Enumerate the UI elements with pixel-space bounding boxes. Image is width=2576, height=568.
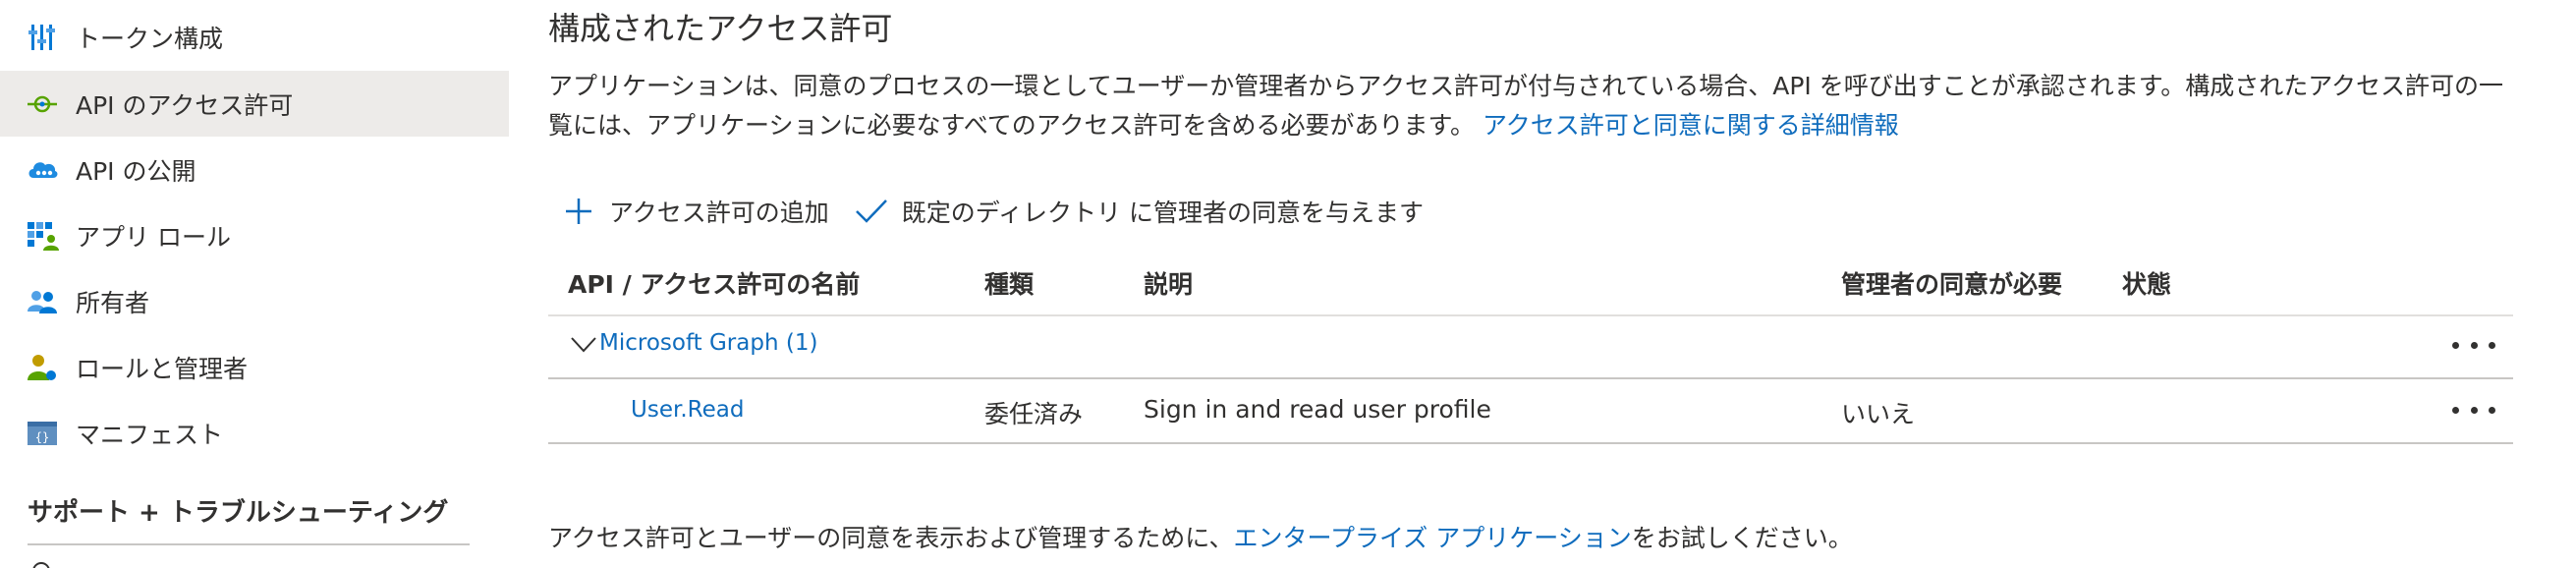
- grant-admin-consent-label: 既定のディレクトリ に管理者の同意を与えます: [901, 199, 1424, 227]
- column-header-admin-consent: 管理者の同意が必要: [1841, 270, 2063, 299]
- sidebar-item-roles-admins[interactable]: ロールと管理者: [0, 334, 509, 400]
- owners-icon: [26, 285, 59, 318]
- sidebar-item-label: トークン構成: [76, 24, 224, 53]
- sidebar-item-label: マニフェスト: [76, 420, 224, 449]
- sidebar-divider: [28, 543, 470, 545]
- sidebar-item-manifest[interactable]: {} マニフェスト: [0, 400, 509, 466]
- sidebar-item-label: API の公開: [76, 156, 196, 186]
- sidebar-item-owners[interactable]: 所有者: [0, 268, 509, 334]
- grant-admin-consent-button[interactable]: 既定のディレクトリ に管理者の同意を与えます: [855, 194, 1424, 229]
- sidebar-item-partial[interactable]: [29, 558, 364, 568]
- enterprise-applications-link[interactable]: エンタープライズ アプリケーション: [1234, 524, 1632, 552]
- column-header-name: API / アクセス許可の名前: [568, 270, 861, 299]
- sidebar-item-token-config[interactable]: トークン構成: [0, 4, 509, 70]
- table-group-row: Microsoft Graph (1): [548, 314, 2513, 377]
- sidebar-item-label: アプリ ロール: [76, 222, 231, 252]
- permissions-description: アプリケーションは、同意のプロセスの一環としてユーザーか管理者からアクセス許可が…: [548, 67, 2523, 145]
- footer-note: アクセス許可とユーザーの同意を表示および管理するために、エンタープライズ アプリ…: [548, 519, 1853, 554]
- sidebar-item-app-roles[interactable]: アプリ ロール: [0, 202, 509, 268]
- group-more-options-button[interactable]: [2452, 330, 2495, 360]
- svg-text:{}: {}: [35, 430, 49, 444]
- cloud-expose-api-icon: [26, 153, 59, 187]
- app-roles-icon: [26, 219, 59, 253]
- permission-name-link[interactable]: User.Read: [631, 397, 744, 423]
- column-header-description: 説明: [1144, 270, 1194, 299]
- manifest-icon: {}: [26, 417, 59, 450]
- row-more-options-button[interactable]: [2452, 395, 2495, 425]
- api-permission-icon: [26, 87, 59, 121]
- sidebar-item-label: 所有者: [76, 288, 150, 317]
- app-window: トークン構成 API のアクセス許可 API の公開 アプリ ロール 所有者 ロ…: [0, 0, 2576, 568]
- column-header-status: 状態: [2122, 270, 2172, 299]
- sidebar-item-api-permissions[interactable]: API のアクセス許可: [0, 71, 509, 137]
- sidebar-item-label: ロールと管理者: [76, 354, 249, 383]
- main-content: 構成されたアクセス許可 アプリケーションは、同意のプロセスの一環としてユーザーか…: [548, 0, 2543, 568]
- row-divider: [548, 442, 2513, 444]
- learn-more-permissions-link[interactable]: アクセス許可と同意に関する詳細情報: [1483, 111, 1899, 140]
- chevron-down-icon[interactable]: [570, 334, 597, 356]
- permission-type: 委任済み: [984, 400, 1084, 428]
- sidebar-section-title: サポート + トラブルシューティング: [28, 498, 449, 528]
- sidebar: トークン構成 API のアクセス許可 API の公開 アプリ ロール 所有者 ロ…: [0, 0, 509, 568]
- page-title: 構成されたアクセス許可: [548, 10, 893, 47]
- column-header-type: 種類: [984, 270, 1035, 299]
- sidebar-item-label: API のアクセス許可: [76, 90, 294, 120]
- add-permission-label: アクセス許可の追加: [609, 199, 829, 227]
- command-bar: アクセス許可の追加 既定のディレクトリ に管理者の同意を与えます: [562, 187, 1449, 236]
- plus-icon: [562, 195, 595, 228]
- footer-suffix: をお試しください。: [1631, 524, 1853, 552]
- roles-admins-icon: [26, 351, 59, 384]
- add-permission-button[interactable]: アクセス許可の追加: [562, 194, 829, 229]
- table-row: User.Read 委任済み Sign in and read user pro…: [548, 379, 2513, 442]
- sidebar-item-expose-api[interactable]: API の公開: [0, 137, 509, 202]
- checkmark-icon: [855, 195, 888, 228]
- footer-prefix: アクセス許可とユーザーの同意を表示および管理するために、: [548, 524, 1234, 552]
- microsoft-graph-group-link[interactable]: Microsoft Graph (1): [599, 330, 817, 356]
- admin-consent-required: いいえ: [1841, 400, 1916, 428]
- token-config-icon: [26, 21, 59, 54]
- permission-description: Sign in and read user profile: [1144, 395, 1491, 424]
